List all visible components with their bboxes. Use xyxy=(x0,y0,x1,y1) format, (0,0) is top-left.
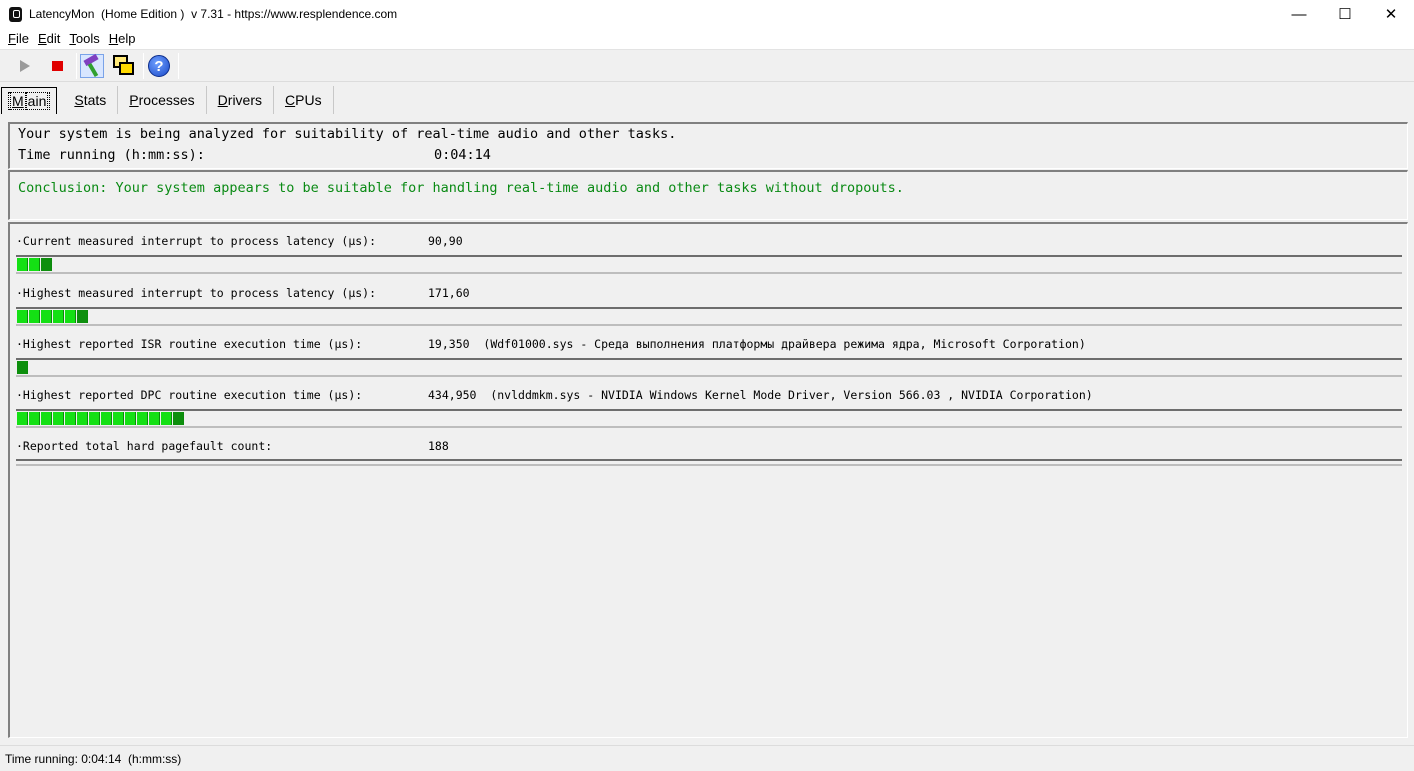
menu-tools[interactable]: Tools xyxy=(65,31,103,46)
latency-bar-segment xyxy=(101,412,112,425)
window-title: LatencyMon (Home Edition ) v 7.31 - http… xyxy=(29,7,398,21)
latency-bar-segment xyxy=(125,412,136,425)
menu-help[interactable]: Help xyxy=(105,31,140,46)
latency-bar-segment xyxy=(53,412,64,425)
latency-bar xyxy=(16,409,1402,428)
tab-strip: Main Stats Processes Drivers C PUs xyxy=(0,84,334,114)
metric-value: 90,90 xyxy=(428,234,463,248)
latency-bar-segment xyxy=(17,258,28,271)
latency-bar xyxy=(16,255,1402,274)
metric-value: 19,350 (Wdf01000.sys - Среда выполнения … xyxy=(428,337,1086,351)
latency-bar-segment xyxy=(41,412,52,425)
metric-label: ·Current measured interrupt to process l… xyxy=(16,234,377,248)
metric-value: 171,60 xyxy=(428,286,470,300)
minimize-button[interactable]: — xyxy=(1276,0,1322,28)
latency-bar-segment xyxy=(173,412,184,425)
latency-bar-segment xyxy=(77,412,88,425)
play-icon xyxy=(20,60,30,72)
menu-edit[interactable]: Edit xyxy=(34,31,64,46)
latency-bar-segment xyxy=(17,361,28,374)
start-button[interactable] xyxy=(12,53,38,79)
time-running-label: Time running (h:mm:ss): xyxy=(18,147,205,163)
tab-main[interactable]: Main xyxy=(1,87,58,114)
latency-bar-segment xyxy=(41,310,52,323)
latency-bar xyxy=(16,358,1402,377)
tab-cpus[interactable]: C PUs xyxy=(274,86,334,114)
tools-button[interactable] xyxy=(79,53,105,79)
tab-processes[interactable]: Processes xyxy=(118,86,207,114)
latency-bar-segment xyxy=(149,412,160,425)
toolbar-separator xyxy=(143,53,144,79)
latency-bar-segment xyxy=(65,310,76,323)
metric-label: ·Highest reported DPC routine execution … xyxy=(16,388,363,402)
help-icon: ? xyxy=(148,55,170,77)
latency-bar-fill xyxy=(17,361,29,374)
latency-bar-segment xyxy=(113,412,124,425)
status-bar: Time running: 0:04:14 (h:mm:ss) xyxy=(0,745,1414,771)
stop-button[interactable] xyxy=(44,53,70,79)
conclusion-text: Conclusion: Your system appears to be su… xyxy=(18,180,904,196)
metric-label: ·Reported total hard pagefault count: xyxy=(16,439,273,453)
latency-bar-fill xyxy=(17,310,89,323)
latency-bar-segment xyxy=(17,310,28,323)
window-controls: — ☐ ✕ xyxy=(1276,0,1414,28)
latency-bar-segment xyxy=(137,412,148,425)
latency-bar-segment xyxy=(17,412,28,425)
pagefault-bar xyxy=(16,459,1402,466)
menu-file[interactable]: File xyxy=(4,31,33,46)
toolbar: ? xyxy=(0,51,1414,82)
latency-bar-segment xyxy=(41,258,52,271)
maximize-button[interactable]: ☐ xyxy=(1322,0,1368,28)
conclusion-panel: Conclusion: Your system appears to be su… xyxy=(8,170,1408,220)
menu-bar: File Edit Tools Help xyxy=(0,28,1414,50)
metric-detail: (Wdf01000.sys - Среда выполнения платфор… xyxy=(483,337,1086,351)
latency-bar-segment xyxy=(29,310,40,323)
latency-bar-fill xyxy=(17,258,53,271)
latency-bar-segment xyxy=(77,310,88,323)
latency-bar-segment xyxy=(89,412,100,425)
metric-label: ·Highest measured interrupt to process l… xyxy=(16,286,377,300)
tab-stats[interactable]: Stats xyxy=(63,86,119,114)
latency-bar xyxy=(16,307,1402,326)
metric-value: 434,950 (nvlddmkm.sys - NVIDIA Windows K… xyxy=(428,388,1093,402)
toolbar-separator xyxy=(178,53,179,79)
windows-icon xyxy=(112,54,136,78)
metrics-panel: ·Current measured interrupt to process l… xyxy=(8,222,1408,738)
windows-button[interactable] xyxy=(111,53,137,79)
metric-detail: (nvlddmkm.sys - NVIDIA Windows Kernel Mo… xyxy=(490,388,1093,402)
latency-bar-segment xyxy=(29,258,40,271)
latency-bar-segment xyxy=(29,412,40,425)
tools-icon xyxy=(80,53,104,78)
metric-value: 188 xyxy=(428,439,449,453)
close-button[interactable]: ✕ xyxy=(1368,0,1414,28)
title-bar[interactable]: LatencyMon (Home Edition ) v 7.31 - http… xyxy=(0,0,1414,28)
latency-bar-segment xyxy=(53,310,64,323)
time-running-value: 0:04:14 xyxy=(434,147,491,163)
metric-label: ·Highest reported ISR routine execution … xyxy=(16,337,363,351)
tab-drivers[interactable]: Drivers xyxy=(207,86,275,114)
stop-icon xyxy=(51,61,63,71)
latency-bar-fill xyxy=(17,412,185,425)
latency-bar-segment xyxy=(65,412,76,425)
help-button[interactable]: ? xyxy=(146,53,172,79)
analysis-status-panel: Your system is being analyzed for suitab… xyxy=(8,122,1408,169)
latency-bar-segment xyxy=(161,412,172,425)
app-icon xyxy=(9,6,22,22)
app-window: LatencyMon (Home Edition ) v 7.31 - http… xyxy=(0,0,1414,771)
toolbar-separator xyxy=(76,53,77,79)
analyzing-text: Your system is being analyzed for suitab… xyxy=(18,126,677,142)
